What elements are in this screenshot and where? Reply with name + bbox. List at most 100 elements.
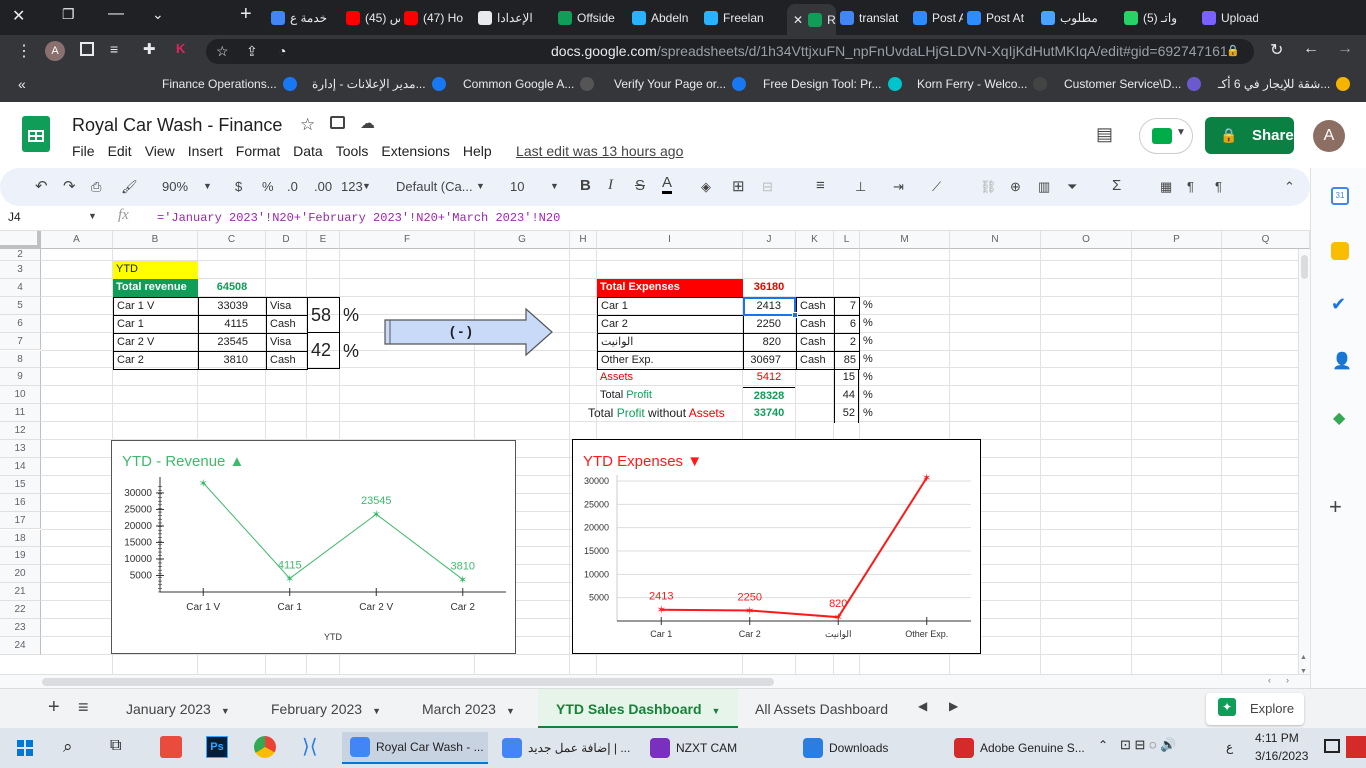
expense-item-percent[interactable]: 2 (834, 333, 860, 352)
row-header[interactable]: 20 (0, 565, 41, 584)
tray-chevron-icon[interactable]: ⌃ (1098, 738, 1108, 752)
row-header[interactable]: 10 (0, 386, 41, 405)
revenue-item-value[interactable]: 33039 (198, 297, 267, 316)
bookmark-item[interactable]: Customer Service\D... (1064, 77, 1202, 91)
adobe-tray-icon[interactable] (1346, 736, 1366, 758)
assets-value[interactable]: 5412 (743, 369, 795, 386)
ltr-icon[interactable]: ¶ (1187, 179, 1194, 194)
total-expenses-label[interactable]: Total Expenses (597, 279, 743, 297)
total-profit-label[interactable]: Total Profit (597, 387, 655, 404)
filter-icon[interactable]: ⏷ (1067, 179, 1077, 195)
row-header[interactable]: 19 (0, 547, 41, 566)
menu-format[interactable]: Format (236, 143, 280, 159)
font-size-select[interactable]: 10 (510, 179, 524, 194)
column-header[interactable]: K (796, 231, 834, 249)
more-bookmarks-icon[interactable]: « (18, 76, 26, 92)
menu-edit[interactable]: Edit (108, 143, 132, 159)
notification-icon[interactable] (1324, 739, 1340, 753)
expense-item-value[interactable]: 30697 (743, 351, 797, 370)
name-box[interactable]: J4 (8, 210, 21, 224)
browser-tab[interactable]: (5) واتـ (1124, 4, 1198, 31)
print-icon[interactable]: ⎙ (91, 179, 101, 195)
cash-percent-cell[interactable]: 42 (307, 333, 340, 369)
column-header[interactable]: A (41, 231, 113, 249)
revenue-item-value[interactable]: 23545 (198, 333, 267, 352)
row-header[interactable]: 23 (0, 619, 41, 637)
url-field[interactable]: ☆ ⇪ ◔ docs.google.com/spreadsheets/d/1h3… (206, 39, 1254, 64)
browser-tab[interactable]: translat (840, 4, 909, 31)
insert-chart-icon[interactable]: ▥ (1038, 179, 1050, 195)
revenue-item-method[interactable]: Visa (266, 333, 308, 352)
calendar-icon[interactable]: 31 (1331, 187, 1349, 205)
column-header[interactable]: D (266, 231, 307, 249)
sheet-tab-chevron-icon[interactable]: ▼ (506, 706, 515, 716)
decrease-decimal-button[interactable]: .0 (287, 179, 298, 194)
fill-color-icon[interactable]: ◈ (701, 179, 711, 195)
account-avatar[interactable]: A (1313, 120, 1345, 152)
insert-comment-icon[interactable]: ⊕ (1010, 179, 1021, 195)
doc-title[interactable]: Royal Car Wash - Finance (72, 115, 282, 136)
increase-decimal-button[interactable]: .00 (314, 179, 332, 194)
sheet-tab[interactable]: February 2023 ▼ (253, 689, 399, 729)
get-addons-plus-icon[interactable]: + (1329, 494, 1342, 520)
column-header[interactable]: I (597, 231, 743, 249)
row-header[interactable]: 12 (0, 422, 41, 440)
row-header[interactable]: 7 (0, 332, 41, 351)
star-icon[interactable]: ☆ (300, 115, 315, 135)
revenue-item-name[interactable]: Car 2 V (113, 333, 199, 352)
tray-icons[interactable]: ⊡ ⊟ ◌ 🔊 (1120, 737, 1177, 753)
visa-percent-cell[interactable]: 58 (307, 297, 340, 333)
formula-input[interactable]: ='January 2023'!N20+'February 2023'!N20+… (157, 211, 560, 225)
redo-icon[interactable]: ↷ (63, 177, 76, 195)
row-header[interactable]: 3 (0, 261, 41, 279)
share-page-icon[interactable]: ⇪ (246, 39, 258, 64)
row-header[interactable]: 9 (0, 368, 41, 387)
column-header[interactable]: H (570, 231, 597, 249)
extensions-puzzle-icon[interactable]: ✚ (143, 40, 156, 58)
restore-window-icon[interactable]: ❐ (62, 6, 75, 23)
column-header[interactable]: F (340, 231, 475, 249)
bookmark-item[interactable]: Korn Ferry - Welco... (917, 77, 1048, 91)
sheet-tab[interactable]: March 2023 ▼ (404, 689, 533, 729)
column-header[interactable]: C (198, 231, 266, 249)
total-profit-value[interactable]: 28328 (743, 387, 795, 405)
column-header[interactable]: P (1132, 231, 1222, 249)
comments-icon[interactable]: ▤ (1096, 124, 1113, 145)
column-header[interactable]: L (834, 231, 860, 249)
row-header[interactable]: 24 (0, 636, 41, 655)
reload-icon[interactable]: ↻ (1270, 40, 1283, 60)
browser-tab[interactable]: Abdeln (632, 4, 700, 31)
row-header[interactable]: 6 (0, 314, 41, 333)
all-sheets-menu-icon[interactable]: ≡ (78, 697, 89, 718)
input-language[interactable]: ع (1226, 740, 1233, 754)
reading-list-icon[interactable]: ≡ (110, 41, 118, 57)
browser-tab[interactable]: Upload (1202, 4, 1258, 31)
assets-label[interactable]: Assets (597, 369, 636, 386)
currency-format-button[interactable]: $ (235, 179, 242, 194)
column-header[interactable]: Q (1222, 231, 1310, 249)
taskbar-app[interactable]: Adobe Genuine S... (946, 732, 1092, 764)
number-format-button[interactable]: 123 (341, 179, 363, 194)
ytd-label-cell[interactable]: YTD (113, 261, 198, 279)
collapse-toolbar-icon[interactable]: ⌃ (1284, 179, 1295, 195)
site-info-icon[interactable]: ◔ (278, 39, 286, 64)
expense-item-value[interactable]: 2250 (743, 315, 797, 334)
extension-k-icon[interactable]: K (176, 41, 185, 56)
sheet-tab[interactable]: All Assets Dashboard (737, 689, 906, 729)
expense-item-percent[interactable]: 7 (834, 297, 860, 316)
fill-handle[interactable] (792, 312, 798, 318)
row-header[interactable]: 2 (0, 249, 41, 261)
row-header[interactable]: 22 (0, 601, 41, 619)
taskbar-app[interactable]: Royal Car Wash - ... (342, 732, 488, 764)
row-header[interactable]: 4 (0, 278, 41, 297)
merge-cells-icon[interactable]: ⊟ (762, 179, 773, 195)
last-edit-link[interactable]: Last edit was 13 hours ago (516, 143, 683, 159)
maps-icon[interactable]: ◆ (1333, 408, 1345, 428)
meet-button[interactable]: ▼ (1139, 118, 1193, 154)
clock-date[interactable]: 3/16/2023 (1255, 749, 1308, 763)
bookmark-star-icon[interactable]: ☆ (216, 39, 229, 64)
photoshop-icon[interactable]: Ps (206, 736, 228, 758)
sheet-tab[interactable]: January 2023 ▼ (108, 689, 248, 729)
revenue-item-name[interactable]: Car 1 (113, 315, 199, 334)
browser-tab[interactable]: الإعدادا (478, 4, 554, 31)
